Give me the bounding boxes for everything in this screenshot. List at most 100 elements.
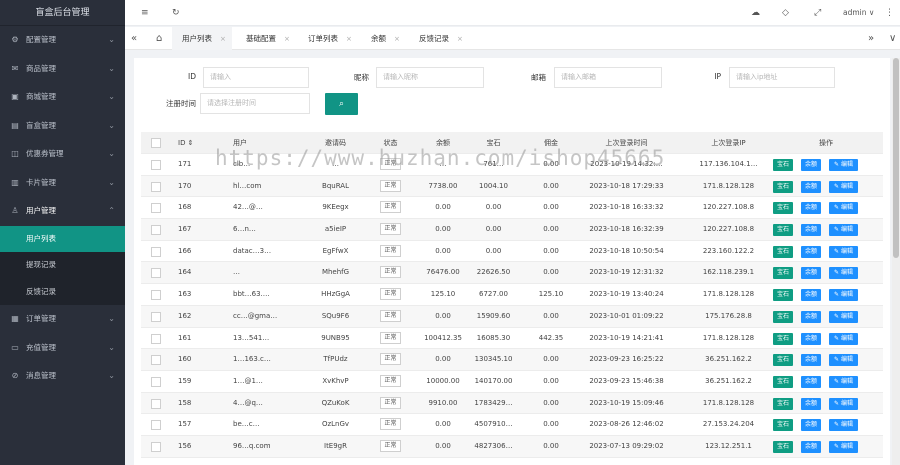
gems-button[interactable]: 宝石 (773, 332, 793, 345)
row-checkbox[interactable] (151, 311, 161, 322)
balance-button[interactable]: 余额 (801, 419, 821, 432)
gems-button[interactable]: 宝石 (773, 397, 793, 410)
menu-toggle-icon[interactable]: ≡ (141, 0, 149, 26)
balance-button[interactable]: 余额 (801, 289, 821, 302)
scrollbar-thumb[interactable] (893, 58, 899, 258)
row-checkbox[interactable] (151, 441, 161, 452)
row-checkbox[interactable] (151, 246, 161, 257)
edit-button[interactable]: ✎ 编辑 (829, 289, 858, 302)
row-checkbox[interactable] (151, 160, 161, 170)
row-checkbox[interactable] (151, 398, 161, 409)
row-checkbox[interactable] (151, 268, 161, 279)
gems-button[interactable]: 宝石 (773, 202, 793, 215)
edit-button[interactable]: ✎ 编辑 (829, 245, 858, 258)
gems-button[interactable]: 宝石 (773, 159, 793, 171)
sidebar-subitem[interactable]: 反馈记录 (0, 279, 125, 306)
row-checkbox[interactable] (151, 376, 161, 387)
balance-button[interactable]: 余额 (801, 245, 821, 258)
row-checkbox[interactable] (151, 333, 161, 344)
sidebar-item[interactable]: ⊘ 消息管理 ⌄ (0, 362, 125, 391)
tabs-next-icon[interactable]: » (868, 27, 874, 50)
edit-button[interactable]: ✎ 编辑 (829, 267, 858, 280)
sidebar-subitem[interactable]: 提现记录 (0, 252, 125, 279)
ip-filter-input[interactable]: 请输入ip地址 (729, 67, 835, 88)
tab-close-icon[interactable]: × (394, 35, 400, 43)
edit-button[interactable]: ✎ 编辑 (829, 332, 858, 345)
gems-button[interactable]: 宝石 (773, 180, 793, 193)
edit-button[interactable]: ✎ 编辑 (829, 224, 858, 237)
more-icon[interactable]: ⋮ (885, 0, 894, 26)
gems-button[interactable]: 宝石 (773, 224, 793, 237)
page-scrollbar[interactable] (892, 58, 900, 465)
balance-button[interactable]: 余额 (801, 159, 821, 171)
sidebar-item[interactable]: ▣ 商城管理 ⌄ (0, 83, 125, 112)
balance-button[interactable]: 余额 (801, 180, 821, 193)
search-button[interactable]: ⌕ (325, 93, 358, 115)
tab[interactable]: 用户列表 × (172, 27, 232, 50)
balance-button[interactable]: 余额 (801, 332, 821, 345)
gems-button[interactable]: 宝石 (773, 289, 793, 302)
tab[interactable]: 基础配置 × (236, 27, 296, 50)
gems-button[interactable]: 宝石 (773, 419, 793, 432)
nickname-filter-input[interactable]: 请输入昵称 (376, 67, 484, 88)
balance-button[interactable]: 余额 (801, 440, 821, 453)
sidebar-item[interactable]: ▤ 盲盒管理 ⌄ (0, 112, 125, 141)
row-checkbox[interactable] (151, 225, 161, 236)
tab[interactable]: 余额 × (361, 27, 407, 50)
admin-user-menu[interactable]: admin ∨ (843, 0, 874, 26)
tab-close-icon[interactable]: × (346, 35, 352, 43)
select-all-checkbox[interactable] (151, 138, 161, 148)
sidebar-subitem[interactable]: 用户列表 (0, 225, 125, 252)
tabs-prev-icon[interactable]: « (131, 27, 137, 50)
row-checkbox[interactable] (151, 355, 161, 366)
tag-icon[interactable]: ◇ (782, 0, 789, 26)
email-filter-input[interactable]: 请输入邮箱 (554, 67, 662, 88)
sidebar-item[interactable]: ◫ 优惠券管理 ⌄ (0, 140, 125, 169)
edit-button[interactable]: ✎ 编辑 (829, 310, 858, 323)
row-checkbox[interactable] (151, 181, 161, 192)
sidebar-item[interactable]: ▦ 订单管理 ⌄ (0, 305, 125, 334)
sidebar-item[interactable]: ♙ 用户管理 ⌃ (0, 197, 125, 226)
edit-button[interactable]: ✎ 编辑 (829, 419, 858, 432)
gems-button[interactable]: 宝石 (773, 267, 793, 280)
row-checkbox[interactable] (151, 420, 161, 431)
gems-button[interactable]: 宝石 (773, 354, 793, 367)
gems-button[interactable]: 宝石 (773, 245, 793, 258)
balance-button[interactable]: 余额 (801, 224, 821, 237)
sidebar-item[interactable]: ✉ 商品管理 ⌄ (0, 55, 125, 84)
tab-close-icon[interactable]: × (284, 35, 290, 43)
refresh-icon[interactable]: ↻ (172, 0, 180, 26)
edit-button[interactable]: ✎ 编辑 (829, 397, 858, 410)
tab-close-icon[interactable]: × (220, 35, 226, 43)
sidebar-item[interactable]: ▭ 充值管理 ⌄ (0, 334, 125, 363)
edit-button[interactable]: ✎ 编辑 (829, 202, 858, 215)
balance-button[interactable]: 余额 (801, 354, 821, 367)
sidebar-item[interactable]: ⚙ 配置管理 ⌄ (0, 26, 125, 55)
tab-close-icon[interactable]: × (457, 35, 463, 43)
chevron-down-icon: ⌄ (108, 149, 115, 158)
balance-button[interactable]: 余额 (801, 397, 821, 410)
balance-button[interactable]: 余额 (801, 310, 821, 323)
tab[interactable]: 订单列表 × (298, 27, 358, 50)
fullscreen-icon[interactable]: ⤢ (814, 0, 821, 26)
row-checkbox[interactable] (151, 290, 161, 301)
sidebar-item[interactable]: ▥ 卡片管理 ⌄ (0, 169, 125, 198)
register-time-filter-input[interactable]: 请选择注册时间 (200, 93, 310, 114)
theme-icon[interactable]: ☁ (751, 0, 760, 26)
home-icon[interactable]: ⌂ (156, 27, 162, 50)
edit-button[interactable]: ✎ 编辑 (829, 159, 858, 171)
balance-button[interactable]: 余额 (801, 267, 821, 280)
tab[interactable]: 反馈记录 × (409, 27, 469, 50)
balance-button[interactable]: 余额 (801, 375, 821, 388)
edit-button[interactable]: ✎ 编辑 (829, 354, 858, 367)
edit-button[interactable]: ✎ 编辑 (829, 375, 858, 388)
gems-button[interactable]: 宝石 (773, 375, 793, 388)
row-checkbox[interactable] (151, 203, 161, 214)
gems-button[interactable]: 宝石 (773, 440, 793, 453)
gems-button[interactable]: 宝石 (773, 310, 793, 323)
id-filter-input[interactable]: 请输入 (203, 67, 309, 88)
edit-button[interactable]: ✎ 编辑 (829, 440, 858, 453)
edit-button[interactable]: ✎ 编辑 (829, 180, 858, 193)
tabs-dropdown-icon[interactable]: ∨ (889, 27, 896, 50)
balance-button[interactable]: 余额 (801, 202, 821, 215)
